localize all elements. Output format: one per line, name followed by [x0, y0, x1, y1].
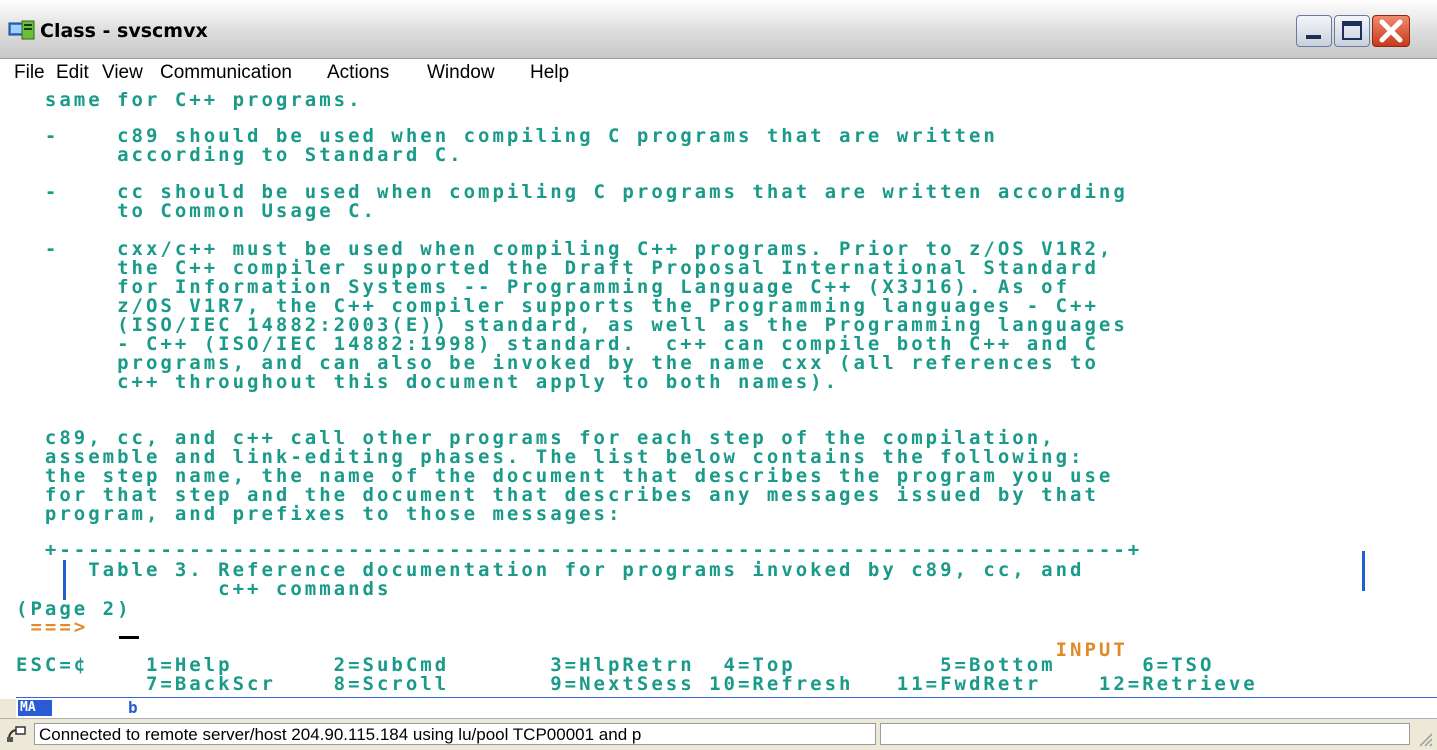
- minimize-icon: [1306, 35, 1321, 39]
- status-bar: Connected to remote server/host 204.90.1…: [0, 718, 1437, 750]
- pf-key-row[interactable]: 7=BackScr 8=Scroll 9=NextSess 10=Refresh…: [16, 675, 1258, 694]
- operator-info-area: MA b: [16, 697, 1437, 718]
- terminal-line: according to Standard C.: [16, 144, 464, 166]
- status-message-field: Connected to remote server/host 204.90.1…: [34, 723, 876, 745]
- window-title: Class - svscmvx: [40, 20, 208, 42]
- menu-file[interactable]: File: [14, 62, 45, 84]
- title-bar[interactable]: Class - svscmvx: [0, 0, 1437, 59]
- status-secondary-field: [880, 723, 1410, 745]
- emulator-window: Class - svscmvx File Edit View Communica…: [0, 0, 1437, 750]
- menu-view[interactable]: View: [102, 62, 143, 84]
- terminal-app-icon: [8, 20, 35, 40]
- maximize-icon: [1342, 21, 1362, 40]
- maximize-button[interactable]: [1334, 15, 1370, 47]
- terminal-line: c++ throughout this document apply to bo…: [16, 371, 840, 393]
- menu-window[interactable]: Window: [427, 62, 495, 84]
- connection-icon: [7, 726, 26, 742]
- terminal-screen[interactable]: same for C++ programs. - c89 should be u…: [16, 89, 1437, 697]
- minimize-button[interactable]: [1296, 15, 1332, 47]
- left-margin: [0, 89, 17, 699]
- oia-mode-indicator: MA: [18, 700, 52, 716]
- table-right-border: [1362, 551, 1365, 591]
- table-caption-line: c++ commands: [16, 578, 392, 600]
- close-button[interactable]: [1372, 15, 1410, 47]
- command-prompt[interactable]: ===>: [16, 618, 88, 637]
- menu-communication[interactable]: Communication: [160, 62, 292, 84]
- terminal-line: same for C++ programs.: [16, 89, 363, 111]
- oia-session-indicator: b: [128, 698, 138, 717]
- table-border-line: +---------------------------------------…: [16, 539, 1143, 561]
- resize-grip-icon[interactable]: [1415, 729, 1433, 747]
- menu-actions[interactable]: Actions: [327, 62, 389, 84]
- status-message: Connected to remote server/host 204.90.1…: [39, 725, 642, 744]
- terminal-line: program, and prefixes to those messages:: [16, 503, 623, 525]
- terminal-line: to Common Usage C.: [16, 200, 377, 222]
- close-icon: [1379, 19, 1403, 43]
- menu-edit[interactable]: Edit: [56, 62, 89, 84]
- menu-bar: File Edit View Communication Actions Win…: [0, 59, 1437, 89]
- menu-help[interactable]: Help: [530, 62, 569, 84]
